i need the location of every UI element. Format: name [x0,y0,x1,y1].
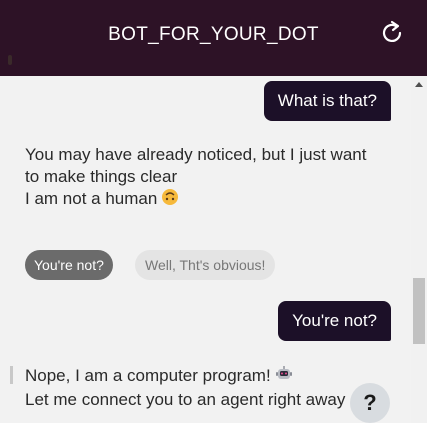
bot-message-line-with-emoji: Nope, I am a computer program! [25,365,395,389]
scroll-up-arrow-icon[interactable] [415,82,423,87]
bot-message-line: Let me connect you to an agent right awa… [25,390,346,409]
bot-message-line: You may have already noticed, but I just… [25,145,367,164]
upside-down-face-emoji [161,188,179,212]
bot-title: BOT_FOR_YOUR_DOT [108,24,319,45]
bot-message: Nope, I am a computer program! Let me co… [25,365,395,411]
user-message: What is that? [263,81,391,121]
bot-message: You may have already noticed, but I just… [25,144,395,212]
chat-scrollbar[interactable] [411,76,427,423]
chat-window: What is that? You may have already notic… [0,76,411,423]
chat-header: BOT_FOR_YOUR_DOT [0,0,427,76]
header-marker [8,55,12,65]
bot-message-line: Nope, I am a computer program! [25,366,271,385]
message-indicator-bar [10,366,13,384]
scroll-thumb[interactable] [413,278,425,344]
help-button[interactable]: ? [350,383,390,423]
bot-message-line: to make things clear [25,167,178,186]
user-message: You're not? [278,301,391,341]
robot-emoji [275,365,293,389]
refresh-icon[interactable] [379,20,405,46]
bot-message-line: I am not a human [25,189,158,208]
quick-reply-selected[interactable]: You're not? [25,250,113,280]
quick-reply-option[interactable]: Well, Tht's obvious! [135,250,276,280]
bot-message-line-with-emoji: I am not a human [25,188,395,212]
